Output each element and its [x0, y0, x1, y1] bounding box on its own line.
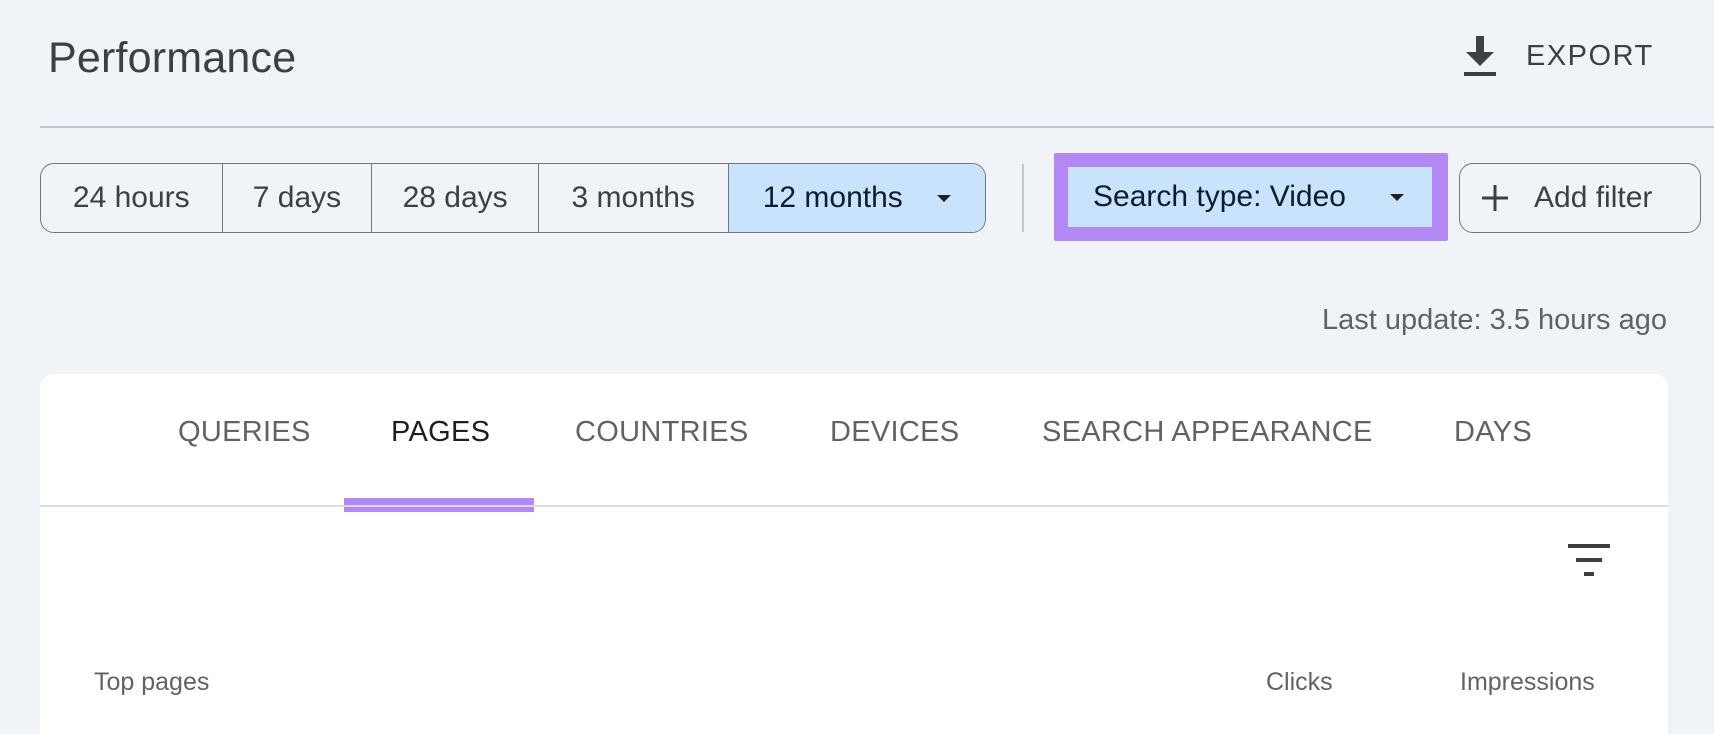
range-label: 12 months: [762, 181, 903, 214]
tab-search-appearance[interactable]: SEARCH APPEARANCE: [1042, 416, 1373, 449]
search-type-dropdown[interactable]: Search type: Video: [1068, 167, 1432, 227]
column-header-top-pages[interactable]: Top pages: [94, 668, 209, 697]
range-3-months[interactable]: 3 months: [539, 164, 729, 232]
range-12-months[interactable]: 12 months: [728, 164, 985, 232]
plus-icon: [1482, 185, 1508, 211]
range-28-days[interactable]: 28 days: [372, 164, 539, 232]
tabs-divider: [40, 505, 1668, 507]
date-range-selector: 24 hours 7 days 28 days 3 months 12 mont…: [40, 163, 986, 233]
dropdown-caret-icon: [936, 194, 951, 202]
range-label: 7 days: [252, 181, 342, 214]
add-filter-label: Add filter: [1534, 181, 1653, 214]
export-label: EXPORT: [1526, 39, 1654, 72]
report-card: QUERIES PAGES COUNTRIES DEVICES SEARCH A…: [40, 374, 1668, 734]
range-label: 3 months: [571, 181, 695, 214]
tab-countries[interactable]: COUNTRIES: [575, 416, 749, 449]
tab-queries[interactable]: QUERIES: [178, 416, 311, 449]
tab-pages[interactable]: PAGES: [391, 416, 490, 449]
filter-separator: [1022, 164, 1024, 232]
export-button[interactable]: EXPORT: [1460, 30, 1654, 82]
dropdown-caret-icon: [1390, 194, 1404, 201]
page-title: Performance: [48, 34, 297, 82]
filter-list-icon[interactable]: [1566, 540, 1612, 580]
column-header-clicks[interactable]: Clicks: [1266, 668, 1333, 697]
tab-days[interactable]: DAYS: [1454, 416, 1532, 449]
range-label: 24 hours: [72, 181, 190, 214]
tab-devices[interactable]: DEVICES: [830, 416, 959, 449]
search-type-label: Search type: Video: [1093, 180, 1346, 213]
last-update-text: Last update: 3.5 hours ago: [1321, 304, 1667, 336]
dimension-tabs: QUERIES PAGES COUNTRIES DEVICES SEARCH A…: [40, 374, 1668, 512]
range-7-days[interactable]: 7 days: [223, 164, 373, 232]
header-divider: [40, 126, 1714, 128]
range-24-hours[interactable]: 24 hours: [41, 164, 223, 232]
column-header-impressions[interactable]: Impressions: [1460, 668, 1595, 697]
add-filter-button[interactable]: Add filter: [1459, 163, 1701, 233]
range-label: 28 days: [402, 181, 508, 214]
download-icon: [1464, 36, 1496, 76]
